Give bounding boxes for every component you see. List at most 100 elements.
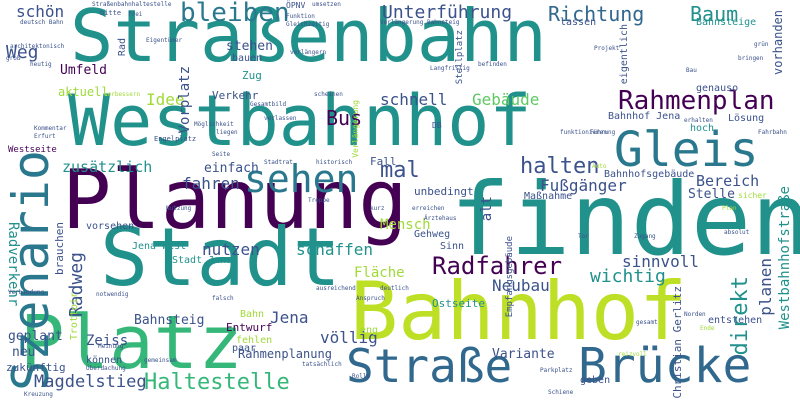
word-trottoir: Trottoir — [69, 292, 80, 341]
word-variante: Variante — [492, 347, 555, 362]
word-eng: eng — [360, 325, 379, 336]
word-bleiben: bleiben — [180, 0, 290, 28]
word-gesamtbild: Gesamtbild — [250, 101, 287, 108]
word-cloud: Straßenbahn Westbahnhof finden Planung S… — [0, 0, 800, 400]
word-historisch: historisch — [316, 159, 353, 166]
word-verkehr: Verkehr — [212, 89, 259, 102]
word-planen: planen — [756, 258, 775, 316]
word-umfeld: Umfeld — [60, 63, 107, 78]
word-verlassen: verlassen — [264, 115, 297, 122]
word-jena-west: Jena West — [132, 241, 187, 252]
word-kommentar: Kommentar — [34, 125, 67, 132]
word-gleis: Gleis — [614, 122, 759, 178]
word-massnahme: Maßnahme — [524, 191, 573, 202]
word-aktuell: aktuell — [58, 85, 109, 99]
word-seite: Seite — [212, 151, 231, 158]
word-bahnhof-jena: Bahnhof Jena — [608, 111, 681, 122]
word-meinung: Meinung — [98, 343, 124, 350]
word-bauen: bauen — [232, 53, 263, 64]
word-alt: alt — [479, 196, 495, 222]
word-entwurf: Entwurf — [226, 321, 273, 334]
word-westbahnhofstrasse: Westbahnhofstraße — [777, 186, 793, 330]
word-sicher: sicher — [738, 191, 767, 200]
word-stadt-jena: Stadt Jena — [172, 255, 233, 266]
word-vorhanden: vorhanden — [771, 10, 785, 76]
word-deutlich: deutlich — [380, 285, 409, 292]
word-westseite: Westseite — [8, 145, 57, 155]
word-verbindung: Verbindung — [8, 289, 45, 296]
word-architektonisch: architektonisch — [10, 43, 65, 50]
word-heutig: heutig — [30, 61, 52, 68]
word-funktionieren: funktionieren — [560, 129, 607, 136]
word-scheinen: scheinen — [314, 91, 343, 98]
word-bahnsteig: Bahnsteig — [134, 313, 205, 328]
word-fall: Fall — [370, 155, 397, 168]
word-strassenbahnhaltestelle: Straßenbahnhaltestelle — [92, 1, 172, 8]
word-liegen: liegen — [216, 129, 238, 136]
word-auto: Auto — [592, 163, 607, 170]
word-rolle: Rolle — [352, 373, 371, 380]
word-schaffen: schaffen — [296, 240, 374, 259]
word-umsetzen: umsetzen — [312, 1, 341, 8]
word-falsch: falsch — [212, 295, 234, 302]
word-bahnhofsgebaeude: Bahnhofsgebäude — [604, 169, 695, 180]
word-bahn: Bahn — [240, 309, 265, 320]
word-db: DB — [432, 121, 442, 130]
word-genauso: genauso — [696, 83, 739, 94]
word-norden: Norden — [684, 311, 706, 318]
word-eigentlich: eigentlich — [619, 24, 630, 85]
word-hoch: hoch — [690, 123, 715, 134]
word-plan: Plan — [722, 205, 737, 212]
word-zukuenftig: zukünftig — [6, 361, 66, 374]
word-empfangsgebaeude: Empfangsgebäude — [505, 236, 515, 318]
word-oepnv: ÖPNV — [286, 1, 306, 10]
word-zugang: Zugang — [634, 233, 656, 240]
word-schnell: schnell — [380, 90, 448, 109]
word-deutsch-bahn: deutsch Bahn — [20, 19, 64, 26]
word-magdelstieg: Magdelstieg — [34, 372, 147, 392]
word-kreuzung: Kreuzung — [24, 391, 53, 398]
word-gemeinsam: gemeinsam — [144, 357, 177, 364]
word-radfahrer: Radfahrer — [432, 252, 563, 280]
word-sinn: Sinn — [440, 241, 465, 252]
word-notwendig: notwendig — [96, 291, 129, 298]
word-parkplatz: Parkplatz — [540, 367, 573, 374]
word-frei: frei — [128, 11, 143, 18]
word-gleichzeitig: Gleichzeitig — [286, 21, 330, 28]
word-halten: halten — [520, 154, 600, 179]
word-erreichen: erreichen — [412, 205, 445, 212]
word-tatsaechlich: tatsächlich — [302, 361, 342, 368]
word-kurz: kurz — [370, 205, 385, 212]
word-stelle: Stelle — [688, 187, 735, 202]
word-zusaetzlich: zusätzlich — [62, 158, 153, 176]
word-zug: Zug — [242, 69, 262, 82]
word-stehen: stehen — [226, 39, 273, 54]
word-stellplatz: Stellplatz — [455, 30, 465, 85]
word-lassen: lassen — [560, 17, 597, 28]
word-treppe: Treppe — [308, 197, 330, 204]
word-christian-gerlitz: Christian Gerlitz — [671, 286, 684, 399]
word-haltestelle: Haltestelle — [144, 370, 290, 395]
word-absolut: absolut — [724, 229, 750, 236]
word-erfurt: Erfurt — [34, 133, 56, 140]
word-aerztehaus: Ärztehaus — [424, 215, 457, 222]
word-befinden: befinden — [478, 61, 507, 68]
word-geplant: geplant — [8, 329, 63, 344]
word-rad: Rad — [117, 38, 128, 57]
word-neu: neu — [12, 345, 36, 360]
word-vorplatz: Vorplatz — [177, 66, 193, 134]
word-tor: Tor — [578, 233, 589, 240]
word-jena: Jena — [270, 308, 309, 327]
word-ausreichend: ausreichend — [316, 285, 356, 292]
word-ueberdachung: Überdachung — [86, 365, 126, 372]
word-verbessern: verbessern — [104, 91, 141, 98]
word-gesamt: gesamt — [636, 319, 658, 326]
word-bahnsteige: Bahnsteige — [696, 17, 757, 28]
word-fahren: fahren — [182, 174, 240, 193]
word-stadtrat: Stadtrat — [264, 159, 293, 166]
word-gebaeude: Gebäude — [472, 90, 540, 109]
word-engelplatz: Engelplatz — [154, 135, 197, 143]
word-ostseite: Ostseite — [432, 297, 485, 310]
word-schoen: schön — [16, 2, 65, 21]
word-gross: groß — [6, 55, 21, 62]
